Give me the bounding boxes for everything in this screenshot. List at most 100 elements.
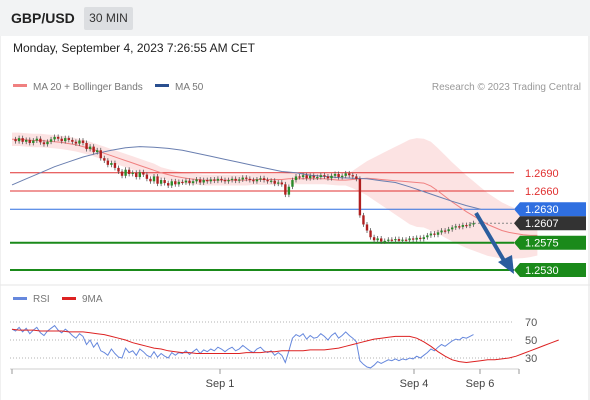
candle-body (461, 225, 465, 227)
rsi-legend-label: RSI (33, 294, 50, 305)
candle-body (376, 238, 379, 241)
ma20-legend-swatch (13, 84, 27, 87)
candle-body (394, 239, 397, 241)
level-label-1.2630: 1.2630 (525, 204, 559, 216)
candle-body (330, 175, 333, 179)
candle-body (110, 163, 113, 165)
candle-body (472, 223, 475, 225)
candle-body (436, 232, 440, 235)
candle-body (468, 224, 472, 226)
candle-body (202, 180, 205, 183)
candle-body (64, 138, 67, 142)
candle-body (458, 226, 461, 228)
candle-body (117, 167, 120, 172)
candle-body (78, 140, 81, 144)
candle-body (433, 233, 436, 235)
rsi-tick-50: 50 (525, 335, 537, 347)
candle-body (298, 176, 301, 178)
candle-body (294, 176, 298, 181)
candle-body (408, 238, 411, 241)
candle-body (167, 183, 170, 186)
candle-body (230, 178, 234, 181)
candle-body (234, 178, 237, 181)
candle-body (188, 180, 191, 184)
candle-body (337, 173, 340, 178)
candle-body (429, 233, 433, 236)
candle-body (287, 186, 291, 195)
candle-body (248, 178, 252, 181)
candle-body (280, 182, 283, 185)
candle-body (206, 180, 209, 182)
candle-body (451, 227, 454, 230)
candle-body (99, 150, 102, 159)
candle-body (362, 215, 365, 225)
candle-body (103, 158, 106, 161)
candle-body (245, 177, 248, 179)
candle-body (401, 239, 404, 241)
candle-body (440, 230, 443, 233)
candle-body (88, 146, 92, 150)
candle-body (213, 179, 216, 181)
candle-body (156, 176, 159, 184)
candle-body (454, 226, 457, 228)
candle-body (174, 181, 177, 185)
candle-body (145, 174, 149, 179)
candle-body (380, 238, 383, 242)
candle-body (184, 180, 188, 183)
candle-body (259, 178, 262, 180)
candle-body (74, 141, 78, 144)
candle-body (138, 172, 141, 178)
candle-body (32, 140, 35, 143)
candle-body (127, 169, 131, 174)
candle-body (67, 138, 70, 140)
x-tick-label-2: Sep 6 (466, 378, 495, 390)
candle-body (277, 182, 280, 184)
candle-body (39, 138, 42, 143)
candle-body (96, 150, 99, 153)
candle-body (397, 239, 401, 241)
candle-body (53, 136, 56, 140)
copyright-text: Research © 2023 Trading Central (432, 82, 581, 93)
candle-body (443, 230, 447, 232)
candle-body (163, 180, 166, 184)
candle-body (344, 173, 347, 176)
candle-body (355, 176, 358, 179)
candle-body (46, 141, 49, 145)
candle-body (177, 181, 181, 185)
candle-body (241, 177, 244, 180)
candle-body (152, 176, 156, 182)
candle-body (383, 240, 386, 243)
candle-body (28, 139, 31, 143)
candle-body (21, 138, 24, 142)
candle-body (273, 180, 276, 184)
level-label-1.2530: 1.2530 (525, 265, 559, 277)
candle-body (426, 235, 429, 238)
candle-body (181, 181, 184, 184)
candle-body (419, 237, 422, 240)
candle-body (305, 175, 308, 179)
candle-body (227, 180, 230, 182)
candle-body (411, 238, 415, 240)
candle-body (25, 139, 28, 142)
candle-body (316, 177, 319, 179)
candle-body (372, 237, 376, 241)
candle-body (284, 184, 287, 195)
rsi-ma-legend-label: 9MA (82, 294, 103, 305)
candle-body (390, 239, 394, 241)
candle-body (49, 139, 53, 142)
candle-body (35, 138, 39, 141)
candle-body (358, 178, 362, 216)
candle-body (56, 136, 60, 139)
candle-body (465, 225, 468, 227)
candle-body (252, 180, 255, 182)
candle-body (198, 179, 202, 183)
candle-body (92, 146, 95, 153)
candle-body (340, 175, 344, 178)
level-label-1.2660: 1.2660 (525, 186, 559, 198)
candle-body (159, 180, 163, 184)
candle-body (42, 142, 46, 145)
rsi-legend-swatch (13, 297, 27, 300)
level-label-1.2607: 1.2607 (525, 218, 559, 230)
candle-body (191, 181, 195, 184)
candle-body (266, 180, 269, 182)
